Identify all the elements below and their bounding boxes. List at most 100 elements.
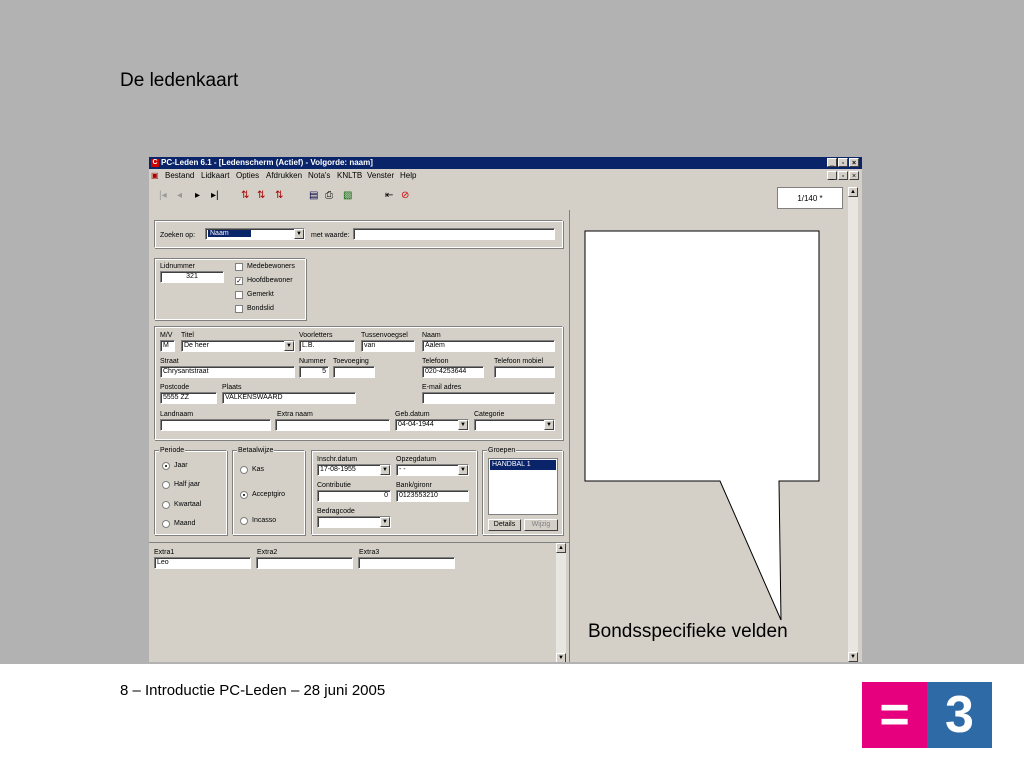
extra3-field[interactable] [358, 557, 455, 569]
plaats-field[interactable]: VALKENSWAARD [222, 392, 356, 404]
next-record-icon[interactable]: ▸ [195, 190, 200, 202]
menu-venster[interactable]: Venster [367, 170, 394, 182]
scroll-up-icon[interactable]: ▲ [556, 543, 566, 553]
export-icon[interactable]: ▧ [343, 190, 352, 202]
inschr-select[interactable]: 17-08-1955 ▼ [317, 464, 391, 476]
chevron-down-icon[interactable]: ▼ [380, 517, 390, 527]
extra1-field[interactable]: Leo [154, 557, 251, 569]
landnaam-field[interactable] [160, 419, 271, 431]
lidnummer-label: Lidnummer [160, 263, 196, 270]
extra2-field[interactable] [256, 557, 353, 569]
previous-record-icon[interactable]: ◂ [177, 190, 182, 202]
opzeg-select[interactable]: - - ▼ [396, 464, 469, 476]
radio-jaar[interactable] [162, 462, 170, 470]
menu-opties[interactable]: Opties [236, 170, 259, 182]
chevron-down-icon[interactable]: ▼ [294, 229, 304, 239]
gebdatum-label: Geb.datum [395, 411, 430, 418]
mdi-minimize-icon[interactable]: _ [827, 171, 837, 180]
minimize-icon[interactable]: _ [827, 158, 837, 167]
extra-panel-scrollbar[interactable]: ▲ ▼ [556, 543, 566, 662]
chevron-down-icon[interactable]: ▼ [458, 420, 468, 430]
radio-kas[interactable] [240, 466, 248, 474]
telefoon-field[interactable]: 020-4253644 [422, 366, 484, 378]
calendar-icon[interactable]: ▤ [309, 190, 318, 202]
finance-group: Inschr.datum Opzegdatum 17-08-1955 ▼ - - ▼… [311, 450, 477, 535]
postcode-field[interactable]: 5555 ZZ [160, 392, 217, 404]
radio-incasso[interactable] [240, 517, 248, 525]
lidnummer-field[interactable]: 321 [160, 271, 224, 283]
sort-asc-icon[interactable]: ⇅ [257, 190, 265, 202]
exit-icon[interactable]: ⇤ [385, 190, 393, 202]
chevron-down-icon[interactable]: ▼ [284, 341, 294, 351]
telefoon-mobiel-field[interactable] [494, 366, 555, 378]
details-button[interactable]: Details [488, 519, 521, 531]
stop-icon[interactable]: ⊘ [401, 190, 409, 202]
nummer-field[interactable]: 5 [299, 366, 329, 378]
checkbox-medebewoners[interactable] [235, 263, 243, 271]
brand-logo: = 3 [862, 682, 992, 748]
person-group: M/V Titel Voorletters Tussenvoegsel Naam… [154, 326, 563, 440]
periode-group: Periode Jaar Half jaar Kwartaal Maand [154, 446, 227, 535]
radio-maand-label: Maand [174, 520, 196, 527]
checkbox-gemerkt-label: Gemerkt [247, 291, 274, 298]
checkbox-hoofdbewoner[interactable]: ✓ [235, 277, 243, 285]
window-scrollbar[interactable]: ▲ ▼ [848, 187, 858, 662]
contributie-label: Contributie [317, 482, 351, 489]
straat-field[interactable]: Chrysantstraat [160, 366, 295, 378]
checkbox-bondslid[interactable] [235, 305, 243, 313]
telefoon-label: Telefoon [422, 358, 449, 365]
logo-equals: = [862, 682, 927, 748]
radio-maand[interactable] [162, 520, 170, 528]
scroll-down-icon[interactable]: ▼ [556, 653, 566, 662]
chevron-down-icon[interactable]: ▼ [458, 465, 468, 475]
scroll-up-icon[interactable]: ▲ [848, 187, 858, 197]
chevron-down-icon[interactable]: ▼ [544, 420, 554, 430]
first-record-icon[interactable]: |◂ [159, 190, 167, 202]
search-field-select[interactable]: Naam ▼ [205, 228, 305, 240]
categorie-select[interactable]: ▼ [474, 419, 555, 431]
radio-acceptgiro[interactable] [240, 491, 248, 499]
close-icon[interactable]: × [849, 158, 859, 167]
sort-desc-icon[interactable]: ⇅ [275, 190, 283, 202]
menu-notas[interactable]: Nota's [308, 170, 330, 182]
menu-bestand[interactable]: Bestand [165, 170, 194, 182]
extra-naam-field[interactable] [275, 419, 390, 431]
gebdatum-select[interactable]: 04-04-1944 ▼ [395, 419, 469, 431]
chevron-down-icon[interactable]: ▼ [380, 465, 390, 475]
menu-afdrukken[interactable]: Afdrukken [266, 170, 302, 182]
voorletters-field[interactable]: L.B. [299, 340, 355, 352]
mdi-restore-icon[interactable]: ▫ [838, 171, 848, 180]
naam-field[interactable]: Aalem [422, 340, 555, 352]
opzeg-label: Opzegdatum [396, 456, 437, 463]
search-input[interactable] [353, 228, 555, 240]
lid-group: Lidnummer 321 Medebewoners ✓ Hoofdbewone… [154, 258, 306, 320]
sort-icon[interactable]: ⇅ [241, 190, 249, 202]
mdi-close-icon[interactable]: × [849, 171, 859, 180]
wijzig-button[interactable]: Wijzig [524, 519, 558, 531]
radio-kwartaal[interactable] [162, 501, 170, 509]
titel-select[interactable]: De heer ▼ [181, 340, 295, 352]
last-record-icon[interactable]: ▸| [211, 190, 219, 202]
menu-knltb[interactable]: KNLTB [337, 170, 362, 182]
opzeg-value: - - [399, 466, 406, 473]
groepen-legend: Groepen [487, 446, 517, 455]
checkbox-gemerkt[interactable] [235, 291, 243, 299]
print-icon[interactable]: ⎙ [325, 190, 333, 202]
email-field[interactable] [422, 392, 555, 404]
contributie-field[interactable]: 0 [317, 490, 391, 502]
naam-label: Naam [422, 332, 441, 339]
list-item[interactable]: HANDBAL 1 [490, 460, 556, 470]
bank-label: Bank/gironr [396, 482, 432, 489]
bedragcode-select[interactable]: ▼ [317, 516, 391, 528]
groepen-list[interactable]: HANDBAL 1 [488, 458, 558, 515]
maximize-icon[interactable]: ▫ [838, 158, 848, 167]
mv-field[interactable]: M [160, 340, 175, 352]
tussenvoegsel-field[interactable]: van [361, 340, 415, 352]
scroll-down-icon[interactable]: ▼ [848, 652, 858, 662]
radio-half-jaar[interactable] [162, 481, 170, 489]
bank-field[interactable]: 0123553210 [396, 490, 469, 502]
toevoeging-field[interactable] [333, 366, 375, 378]
menu-lidkaart[interactable]: Lidkaart [201, 170, 229, 182]
menu-help[interactable]: Help [400, 170, 416, 182]
extra-panel: Extra1 Extra2 Extra3 Leo ▲ ▼ [149, 542, 569, 662]
